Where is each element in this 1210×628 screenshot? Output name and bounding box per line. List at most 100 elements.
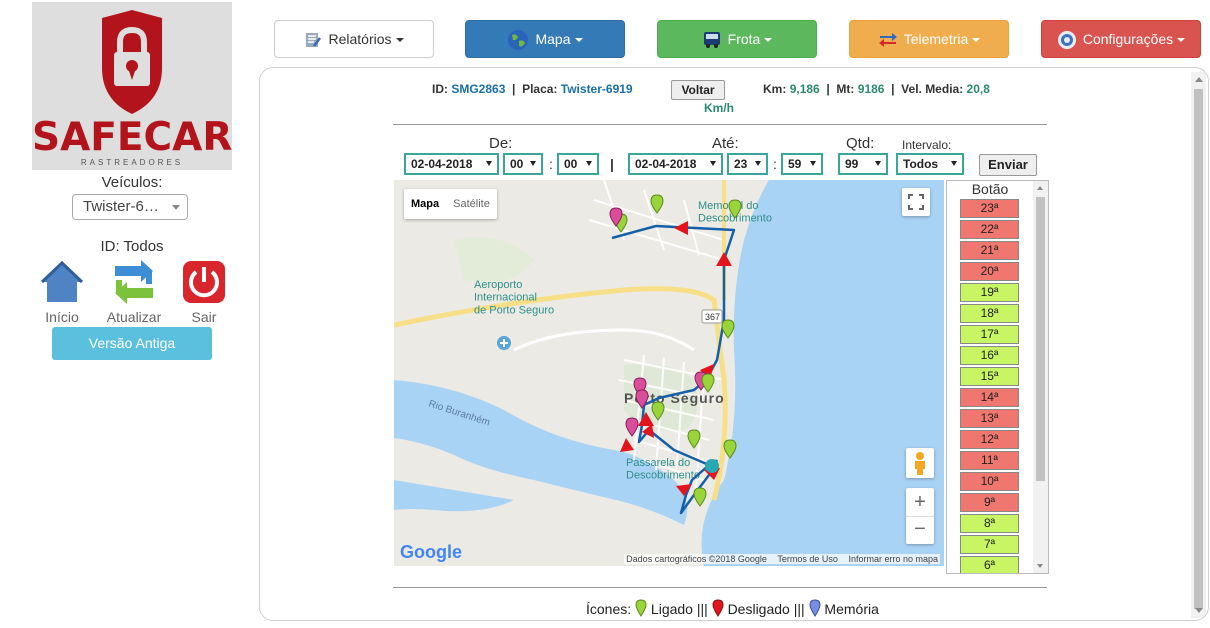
map-type-mapa[interactable]: Mapa [404, 189, 446, 219]
botao-item[interactable]: 7ª [960, 535, 1019, 554]
logo-text: SAFECAR [32, 115, 232, 160]
bus-icon [703, 32, 720, 49]
fleet-menu-button[interactable]: Frota [657, 20, 817, 58]
chevron-down-icon [486, 161, 492, 166]
chevron-down-icon [972, 38, 981, 43]
scroll-down-icon [1195, 608, 1203, 613]
qtd-label: Qtd: [846, 135, 875, 152]
telemetry-menu-button[interactable]: Telemetria [849, 20, 1009, 58]
id-label: ID: Todos [100, 238, 164, 255]
vehicle-select-value: Twister-6… [83, 198, 159, 215]
km-key: Km: [763, 82, 787, 96]
fullscreen-button[interactable] [902, 188, 930, 216]
map-label: Mapa [535, 31, 571, 47]
mt-key: Mt: [836, 82, 855, 96]
red-pin-icon [712, 599, 724, 617]
logout-button[interactable]: Sair [174, 260, 234, 325]
map-label-passarela: Passarela do Descobrimento [626, 457, 700, 482]
fleet-label: Frota [727, 31, 761, 47]
map-type-satelite[interactable]: Satélite [446, 189, 497, 219]
old-version-button[interactable]: Versão Antiga [52, 327, 212, 360]
logout-label: Sair [191, 309, 217, 325]
ate-date-value: 02-04-2018 [635, 157, 697, 171]
scrollbar-thumb[interactable] [1194, 89, 1203, 609]
botao-item[interactable]: 22ª [960, 220, 1019, 239]
de-minute-value: 00 [564, 157, 578, 171]
telemetry-label: Telemetria [903, 31, 969, 47]
de-hour-select[interactable]: 00 [503, 153, 543, 175]
botao-scrollbar[interactable] [1033, 181, 1048, 573]
ate-date-select[interactable]: 02-04-2018 [628, 153, 723, 175]
botao-item[interactable]: 8ª [960, 514, 1019, 533]
botao-item[interactable]: 13ª [960, 409, 1019, 428]
submit-button[interactable]: Enviar [979, 154, 1037, 176]
scrollbar-thumb[interactable] [1036, 197, 1045, 481]
home-button[interactable]: Início [32, 260, 92, 325]
reports-menu-button[interactable]: Relatórios [274, 20, 434, 58]
range-separator: | [610, 156, 614, 172]
legend-desligado: Desligado [727, 601, 790, 617]
chevron-down-icon [710, 161, 716, 166]
safecar-logo: SAFECAR RASTREADORES [32, 2, 232, 170]
botao-item[interactable]: 21ª [960, 241, 1019, 260]
botao-item[interactable]: 16ª [960, 346, 1019, 365]
qtd-value: 99 [845, 157, 859, 171]
map-attribution: Dados cartográficos ©2018 Google Termos … [624, 554, 940, 564]
botao-item[interactable]: 10ª [960, 472, 1019, 491]
transfer-icon [878, 33, 897, 48]
intervalo-select[interactable]: Todos [896, 153, 964, 175]
chevron-down-icon [810, 161, 816, 166]
ate-minute-value: 59 [788, 157, 802, 171]
chevron-down-icon [586, 161, 592, 166]
botao-item[interactable]: 23ª [960, 199, 1019, 218]
street-view-button[interactable] [906, 448, 934, 478]
botao-item[interactable]: 19ª [960, 283, 1019, 302]
botao-item[interactable]: 14ª [960, 388, 1019, 407]
trip-stats: Km: 9,186 | Mt: 9186 | Vel. Media: 20,8 [763, 82, 990, 96]
botao-item[interactable]: 20ª [960, 262, 1019, 281]
scroll-up-icon [1037, 186, 1043, 190]
map-canvas[interactable]: Memorial doDescobrimento AeroportoIntern… [394, 180, 944, 566]
de-minute-select[interactable]: 00 [557, 153, 599, 175]
report-icon [306, 33, 322, 48]
refresh-button[interactable]: Atualizar [104, 260, 164, 325]
zoom-out-button[interactable]: − [906, 516, 934, 544]
colon-separator: : [773, 156, 777, 172]
ate-minute-select[interactable]: 59 [781, 153, 823, 175]
botao-item[interactable]: 15ª [960, 367, 1019, 386]
botao-item[interactable]: 12ª [960, 430, 1019, 449]
lock-shield-icon [102, 10, 162, 114]
de-date-select[interactable]: 02-04-2018 [404, 153, 499, 175]
legend-prefix: Ícones: [586, 601, 632, 617]
terms-link[interactable]: Termos de Uso [777, 554, 838, 564]
zoom-in-button[interactable]: + [906, 488, 934, 516]
legend-sep: ||| [793, 601, 805, 617]
ate-hour-select[interactable]: 23 [727, 153, 768, 175]
qtd-select[interactable]: 99 [838, 153, 888, 175]
chevron-down-icon [530, 161, 536, 166]
back-button[interactable]: Voltar [671, 80, 725, 100]
botao-item[interactable]: 17ª [960, 325, 1019, 344]
sidebar: SAFECAR RASTREADORES Veículos: Twister-6… [0, 0, 262, 628]
ate-hour-value: 23 [734, 157, 748, 171]
panel-scrollbar[interactable] [1191, 72, 1206, 618]
botao-item[interactable]: 11ª [960, 451, 1019, 470]
chevron-down-icon [951, 161, 957, 166]
route-map[interactable]: Memorial doDescobrimento AeroportoIntern… [394, 180, 944, 566]
attribution-text: Dados cartográficos ©2018 Google [626, 554, 767, 564]
chevron-down-icon [574, 38, 583, 43]
intervalo-label: Intervalo: [902, 138, 952, 152]
placa-key: Placa: [522, 82, 558, 96]
map-menu-button[interactable]: Mapa [465, 20, 625, 58]
chevron-down-icon [1177, 38, 1186, 43]
gear-icon [1057, 31, 1076, 50]
pegman-icon [915, 452, 925, 475]
report-error-link[interactable]: Informar erro no mapa [848, 554, 938, 564]
botao-item[interactable]: 6ª [960, 556, 1019, 573]
botao-item[interactable]: 9ª [960, 493, 1019, 512]
settings-menu-button[interactable]: Configurações [1041, 20, 1201, 58]
divider-top [393, 124, 1047, 125]
botao-item[interactable]: 18ª [960, 304, 1019, 323]
ate-label: Até: [712, 135, 739, 152]
vehicle-select[interactable]: Twister-6… [72, 194, 188, 220]
